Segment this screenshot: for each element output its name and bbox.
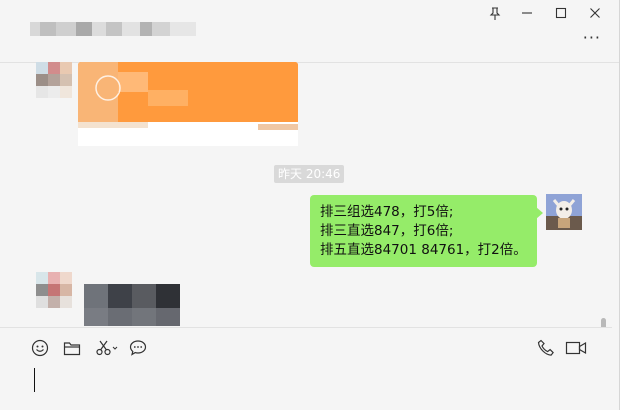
chat-window: ··· 昨天 20:46 排三组选478，打5倍; 排三直选847，打6倍; 排… — [0, 0, 620, 410]
image-message-blurred[interactable] — [84, 284, 180, 326]
minimize-icon[interactable] — [516, 4, 538, 22]
message-line: 排三直选847，打6倍; — [320, 223, 454, 239]
sent-message-bubble[interactable]: 排三组选478，打5倍; 排三直选847，打6倍; 排五直选84701 8476… — [310, 195, 543, 267]
maximize-icon[interactable] — [550, 4, 572, 22]
chat-title-blurred — [30, 22, 196, 50]
text-caret — [34, 368, 35, 392]
contact-avatar[interactable] — [36, 62, 72, 98]
title-bar: ··· — [0, 0, 619, 63]
scissors-icon[interactable] — [94, 338, 120, 358]
input-toolbar — [0, 327, 612, 368]
message-line: 排五直选84701 84761，打2倍。 — [320, 242, 527, 258]
pin-icon[interactable] — [484, 4, 506, 22]
my-avatar[interactable] — [546, 194, 582, 230]
phone-icon[interactable] — [536, 338, 556, 358]
contact-avatar[interactable] — [36, 272, 72, 308]
card-footer — [78, 122, 298, 146]
chat-bubble-icon[interactable] — [128, 338, 148, 358]
folder-icon[interactable] — [62, 338, 82, 358]
scrollbar-thumb[interactable] — [601, 318, 606, 327]
message-timestamp: 昨天 20:46 — [274, 165, 345, 183]
message-line: 排三组选478，打5倍; — [320, 204, 454, 220]
message-input[interactable] — [0, 366, 612, 410]
emoji-icon[interactable] — [30, 338, 50, 358]
message-list[interactable]: 昨天 20:46 排三组选478，打5倍; 排三直选847，打6倍; 排五直选8… — [0, 62, 612, 327]
close-icon[interactable] — [584, 4, 606, 22]
more-options-button[interactable]: ··· — [583, 28, 601, 47]
video-icon[interactable] — [564, 338, 588, 358]
